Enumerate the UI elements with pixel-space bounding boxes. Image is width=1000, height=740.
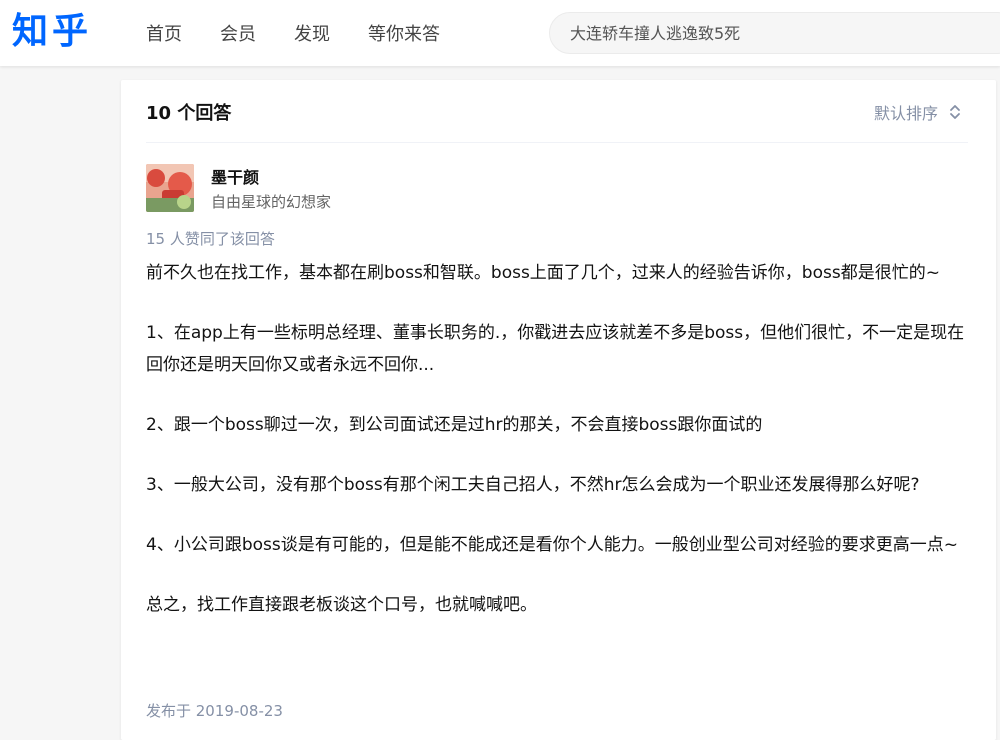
author-name[interactable]: 墨干颜 [211,164,259,188]
search-box [549,12,1000,54]
zhihu-logo[interactable]: 知乎 [12,8,92,56]
answer-paragraph: 2、跟一个boss聊过一次，到公司面试还是过hr的那关，不会直接boss跟你面试… [146,415,763,435]
nav-home[interactable]: 首页 [146,20,182,46]
answer-list-header: 10 个回答 默认排序 [146,80,968,143]
sort-dropdown[interactable]: 默认排序 [874,100,962,124]
top-navigation-bar: 知乎 首页 会员 发现 等你来答 [0,0,1000,66]
main-nav: 首页 会员 发现 等你来答 [146,0,478,66]
answer-paragraph: 4、小公司跟boss谈是有可能的，但是能不能成还是看你个人能力。一般创业型公司对… [146,535,958,555]
nav-membership[interactable]: 会员 [220,20,256,46]
vote-count: 15 人赞同了该回答 [146,230,275,248]
answer-paragraph: 总之，找工作直接跟老板谈这个口号，也就喊喊吧。 [146,595,537,615]
chevron-up-down-icon [950,105,960,119]
nav-waiting-for-answers[interactable]: 等你来答 [368,20,440,46]
publish-date[interactable]: 发布于 2019-08-23 [146,700,283,721]
answer-paragraph: 3、一般大公司，没有那个boss有那个闲工夫自己招人，不然hr怎么会成为一个职业… [146,475,920,495]
answer-paragraph: 1、在app上有一些标明总经理、董事长职务的.，你戳进去应该就差不多是boss，… [146,323,965,375]
avatar[interactable] [146,164,194,212]
search-input[interactable] [570,13,990,53]
answer-author: 墨干颜 自由星球的幻想家 [146,164,946,214]
nav-discover[interactable]: 发现 [294,20,330,46]
answer-paragraph: 前不久也在找工作，基本都在刷boss和智联。boss上面了几个，过来人的经验告诉… [146,263,940,283]
answer-list-card: 10 个回答 默认排序 墨干颜 自由星球的幻想家 15 人赞同了该回答 前不久也… [121,80,996,740]
answer-count: 10 个回答 [146,103,232,124]
answer-content: 前不久也在找工作，基本都在刷boss和智联。boss上面了几个，过来人的经验告诉… [146,257,978,649]
author-bio: 自由星球的幻想家 [211,193,332,211]
sort-label: 默认排序 [873,104,938,123]
